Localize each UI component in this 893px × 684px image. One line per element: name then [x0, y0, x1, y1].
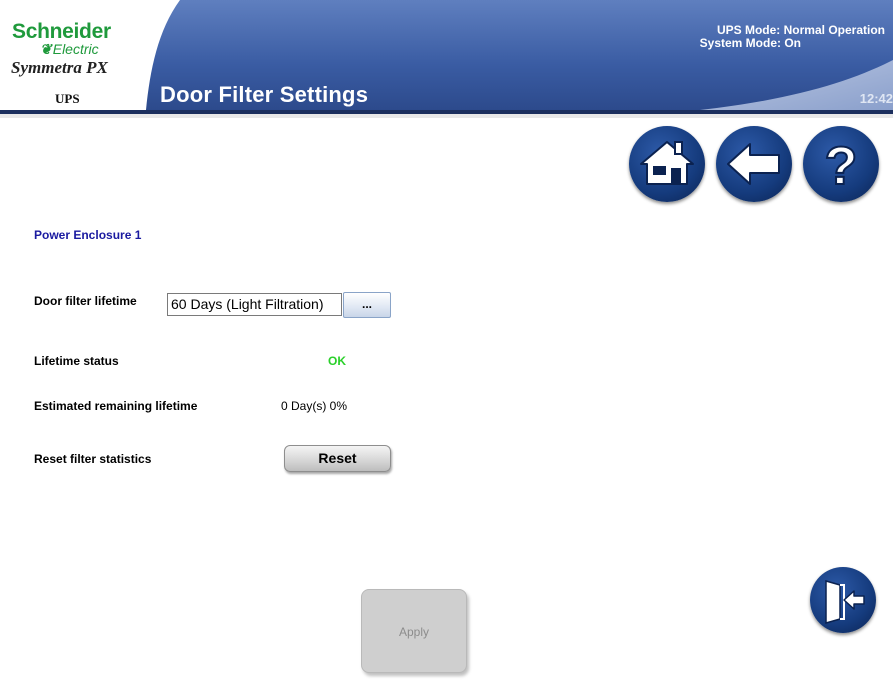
schneider-logo: Schneider ❦Electric — [12, 21, 152, 56]
remaining-lifetime-label: Estimated remaining lifetime — [34, 399, 198, 413]
lifetime-status-label: Lifetime status — [34, 354, 119, 368]
back-arrow-icon — [727, 143, 780, 185]
brand-sub: ❦Electric — [12, 42, 152, 56]
logout-button[interactable] — [810, 567, 876, 633]
brand-sub-text: Electric — [52, 41, 99, 57]
mode-status: UPS Mode: Normal Operation System Mode: … — [700, 24, 885, 50]
help-button[interactable]: ? — [803, 126, 879, 202]
leaf-icon: ❦ — [40, 41, 52, 57]
home-icon — [640, 141, 694, 185]
filter-lifetime-label: Door filter lifetime — [34, 294, 137, 308]
header-background — [0, 0, 893, 118]
product-sub: UPS — [55, 91, 80, 106]
home-button[interactable] — [629, 126, 705, 202]
reset-filter-label: Reset filter statistics — [34, 452, 152, 466]
logout-door-icon — [825, 580, 865, 624]
header: Schneider ❦Electric Symmetra PX UPS Door… — [0, 0, 893, 118]
lifetime-status-value: OK — [328, 354, 346, 368]
section-title: Power Enclosure 1 — [34, 228, 142, 242]
reset-button[interactable]: Reset — [284, 445, 391, 472]
filter-lifetime-field[interactable]: 60 Days (Light Filtration) — [167, 293, 342, 316]
back-button[interactable] — [716, 126, 792, 202]
page-title: Door Filter Settings — [160, 82, 369, 107]
help-icon: ? — [824, 135, 859, 197]
remaining-lifetime-value: 0 Day(s) 0% — [281, 399, 348, 413]
svg-text:?: ? — [825, 136, 858, 196]
system-mode: System Mode: On — [699, 36, 801, 50]
clock: 12:42 — [859, 91, 893, 106]
product-name: Symmetra PX — [11, 58, 108, 77]
apply-button[interactable]: Apply — [361, 589, 467, 673]
brand-name: Schneider — [12, 20, 111, 43]
filter-lifetime-browse-button[interactable]: ... — [343, 292, 391, 318]
